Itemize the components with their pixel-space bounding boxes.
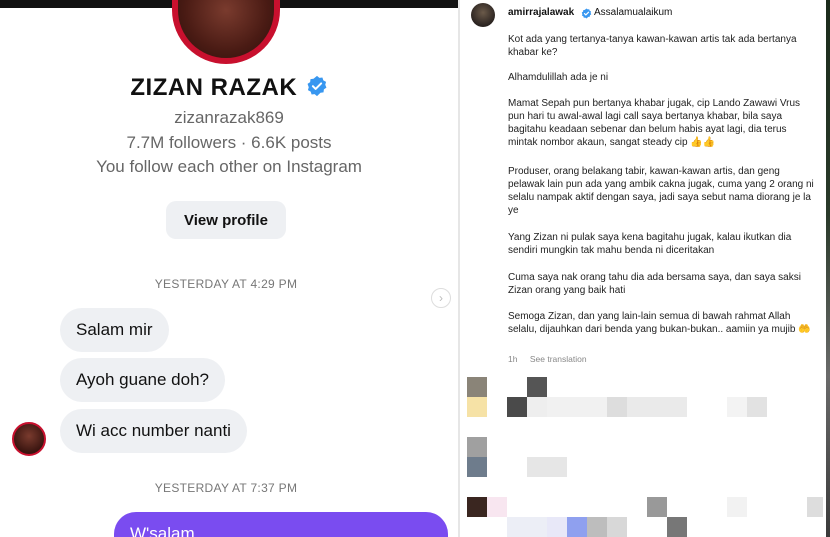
post-caption-panel: amirrajalawak Assalamualaikum Kot ada ya… xyxy=(460,0,830,537)
caption-paragraph: Semoga Zizan, dan yang lain-lain semua d… xyxy=(508,311,811,335)
mutual-follow-note: You follow each other on Instagram xyxy=(96,157,362,176)
dm-conversation-panel: ZIZAN RAZAK zizanrazak869 7.7M followers… xyxy=(0,0,458,537)
view-profile-button[interactable]: View profile xyxy=(166,201,286,239)
caption-first-line: Assalamualaikum xyxy=(594,7,673,18)
profile-handle: zizanrazak869 xyxy=(174,108,284,127)
caption-paragraph: Kot ada yang tertanya-tanya kawan-kawan … xyxy=(508,34,797,58)
chevron-right-circle-icon[interactable]: › xyxy=(431,288,451,308)
see-translation-link[interactable]: See translation xyxy=(530,354,587,364)
profile-avatar[interactable] xyxy=(172,0,280,64)
edge-strip xyxy=(826,0,830,537)
post-time: 1h xyxy=(508,354,518,364)
message-timestamp: YESTERDAY AT 7:37 PM xyxy=(154,481,298,495)
post-meta: 1h See translation xyxy=(508,354,597,364)
caption-paragraph: Alhamdulillah ada je ni xyxy=(508,72,609,83)
profile-stats: 7.7M followers · 6.6K posts xyxy=(126,133,332,152)
sender-avatar[interactable] xyxy=(12,422,46,456)
profile-name: ZIZAN RAZAK xyxy=(130,74,298,101)
caption-paragraph: Yang Zizan ni pulak saya kena bagitahu j… xyxy=(508,232,792,256)
caption-paragraph: Produser, orang belakang tabir, kawan-ka… xyxy=(508,166,814,216)
received-message: Salam mir xyxy=(60,308,169,352)
profile-name-row: ZIZAN RAZAK xyxy=(0,74,458,102)
caption-paragraph: Cuma saya nak orang tahu dia ada bersama… xyxy=(508,272,801,296)
verified-badge-icon xyxy=(581,6,592,24)
post-username[interactable]: amirrajalawak xyxy=(508,7,574,18)
caption-paragraph: Mamat Sepah pun bertanya khabar jugak, c… xyxy=(508,98,801,148)
message-timestamp: YESTERDAY AT 4:29 PM xyxy=(154,277,298,291)
received-message: Wi acc number nanti xyxy=(60,409,247,453)
post-author-avatar[interactable] xyxy=(471,3,495,27)
received-message: Ayoh guane doh? xyxy=(60,358,225,402)
verified-badge-icon xyxy=(306,75,328,102)
sent-message: W'salam xyxy=(114,512,448,537)
